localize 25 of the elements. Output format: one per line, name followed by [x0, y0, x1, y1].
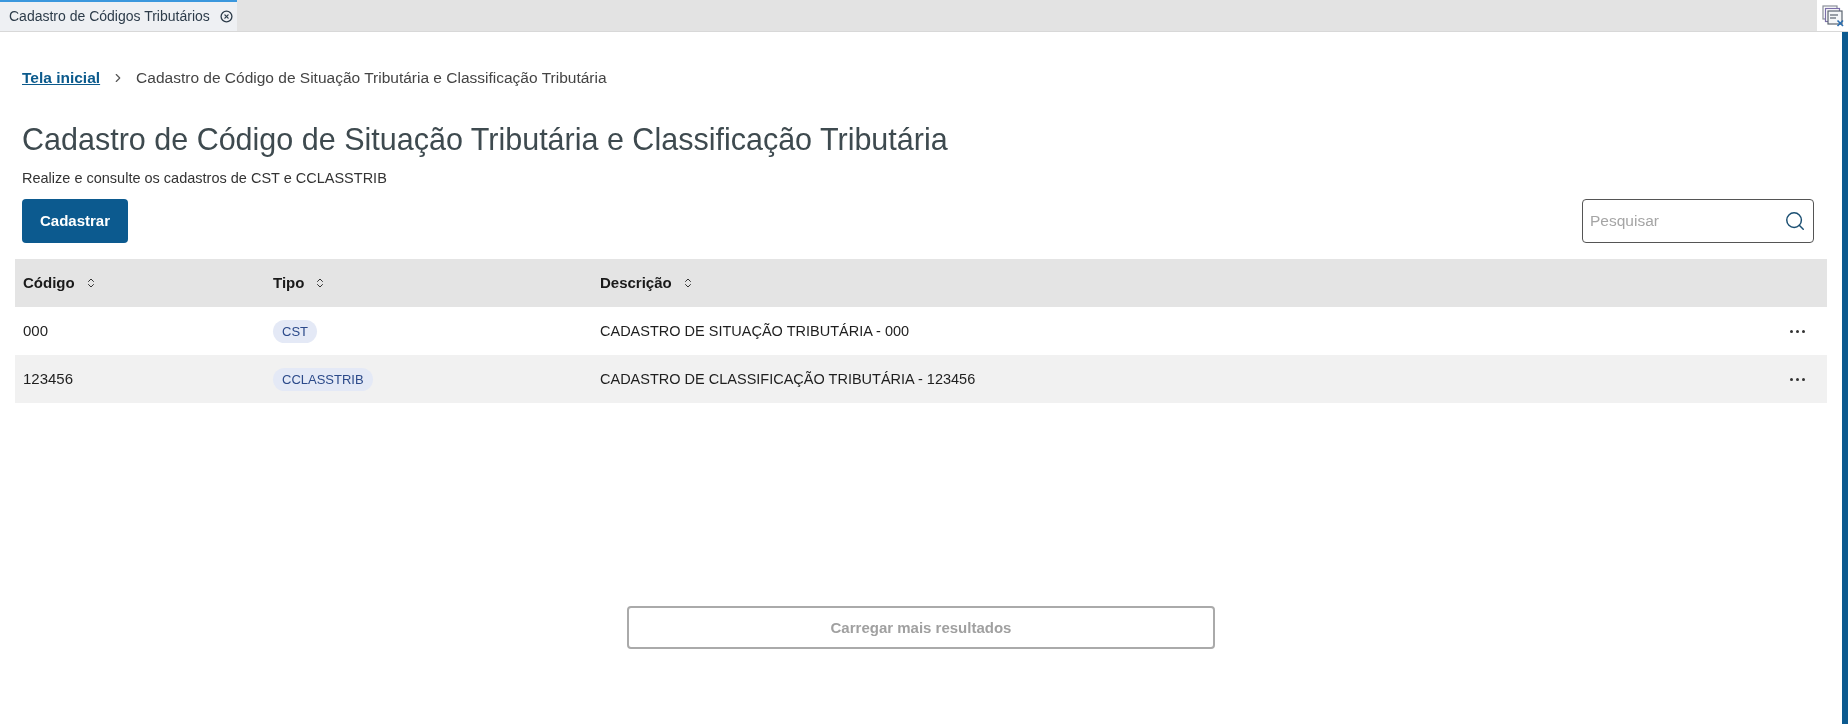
column-header-button[interactable]: Código	[23, 272, 97, 295]
table-cell: 000	[23, 322, 49, 340]
breadcrumb-link[interactable]: Tela inicial	[22, 66, 101, 90]
register-button[interactable]: Cadastrar	[22, 199, 128, 244]
type-badge: CST	[273, 320, 317, 344]
ellipsis-icon	[1789, 377, 1805, 381]
search-icon[interactable]	[1784, 210, 1806, 233]
window-list-button[interactable]	[1817, 0, 1848, 31]
ellipsis-icon	[1789, 329, 1805, 333]
more-options-button[interactable]	[1787, 375, 1807, 383]
close-icon[interactable]	[219, 10, 233, 23]
more-options-button[interactable]	[1787, 327, 1807, 335]
search-field[interactable]: Pesquisar	[1582, 199, 1814, 244]
window-stack-icon	[1821, 4, 1844, 27]
breadcrumb-current: Cadastro de Código de Situação Tributária e Classificação Tributária	[136, 68, 607, 88]
table-cell: 123456	[23, 370, 74, 388]
table-cell: CADASTRO DE SITUAÇÃO TRIBUTÁRIA - 000	[600, 323, 910, 340]
tab-label: Cadastro de Códigos Tributários	[9, 7, 210, 26]
column-header-button[interactable]: Tipo	[273, 272, 327, 295]
type-badge: CCLASSTRIB	[273, 368, 373, 392]
page-title: Cadastro de Código de Situação Tributária e Classificação Tributária	[21, 121, 949, 159]
column-header-button[interactable]: Descrição	[600, 272, 694, 295]
tab[interactable]: Cadastro de Códigos Tributários	[0, 0, 237, 31]
table-cell: CADASTRO DE CLASSIFICAÇÃO TRIBUTÁRIA - 123456	[600, 371, 976, 388]
page-subtitle: Realize e consulte os cadastros de CST e CCLASSTRIB	[21, 169, 388, 189]
